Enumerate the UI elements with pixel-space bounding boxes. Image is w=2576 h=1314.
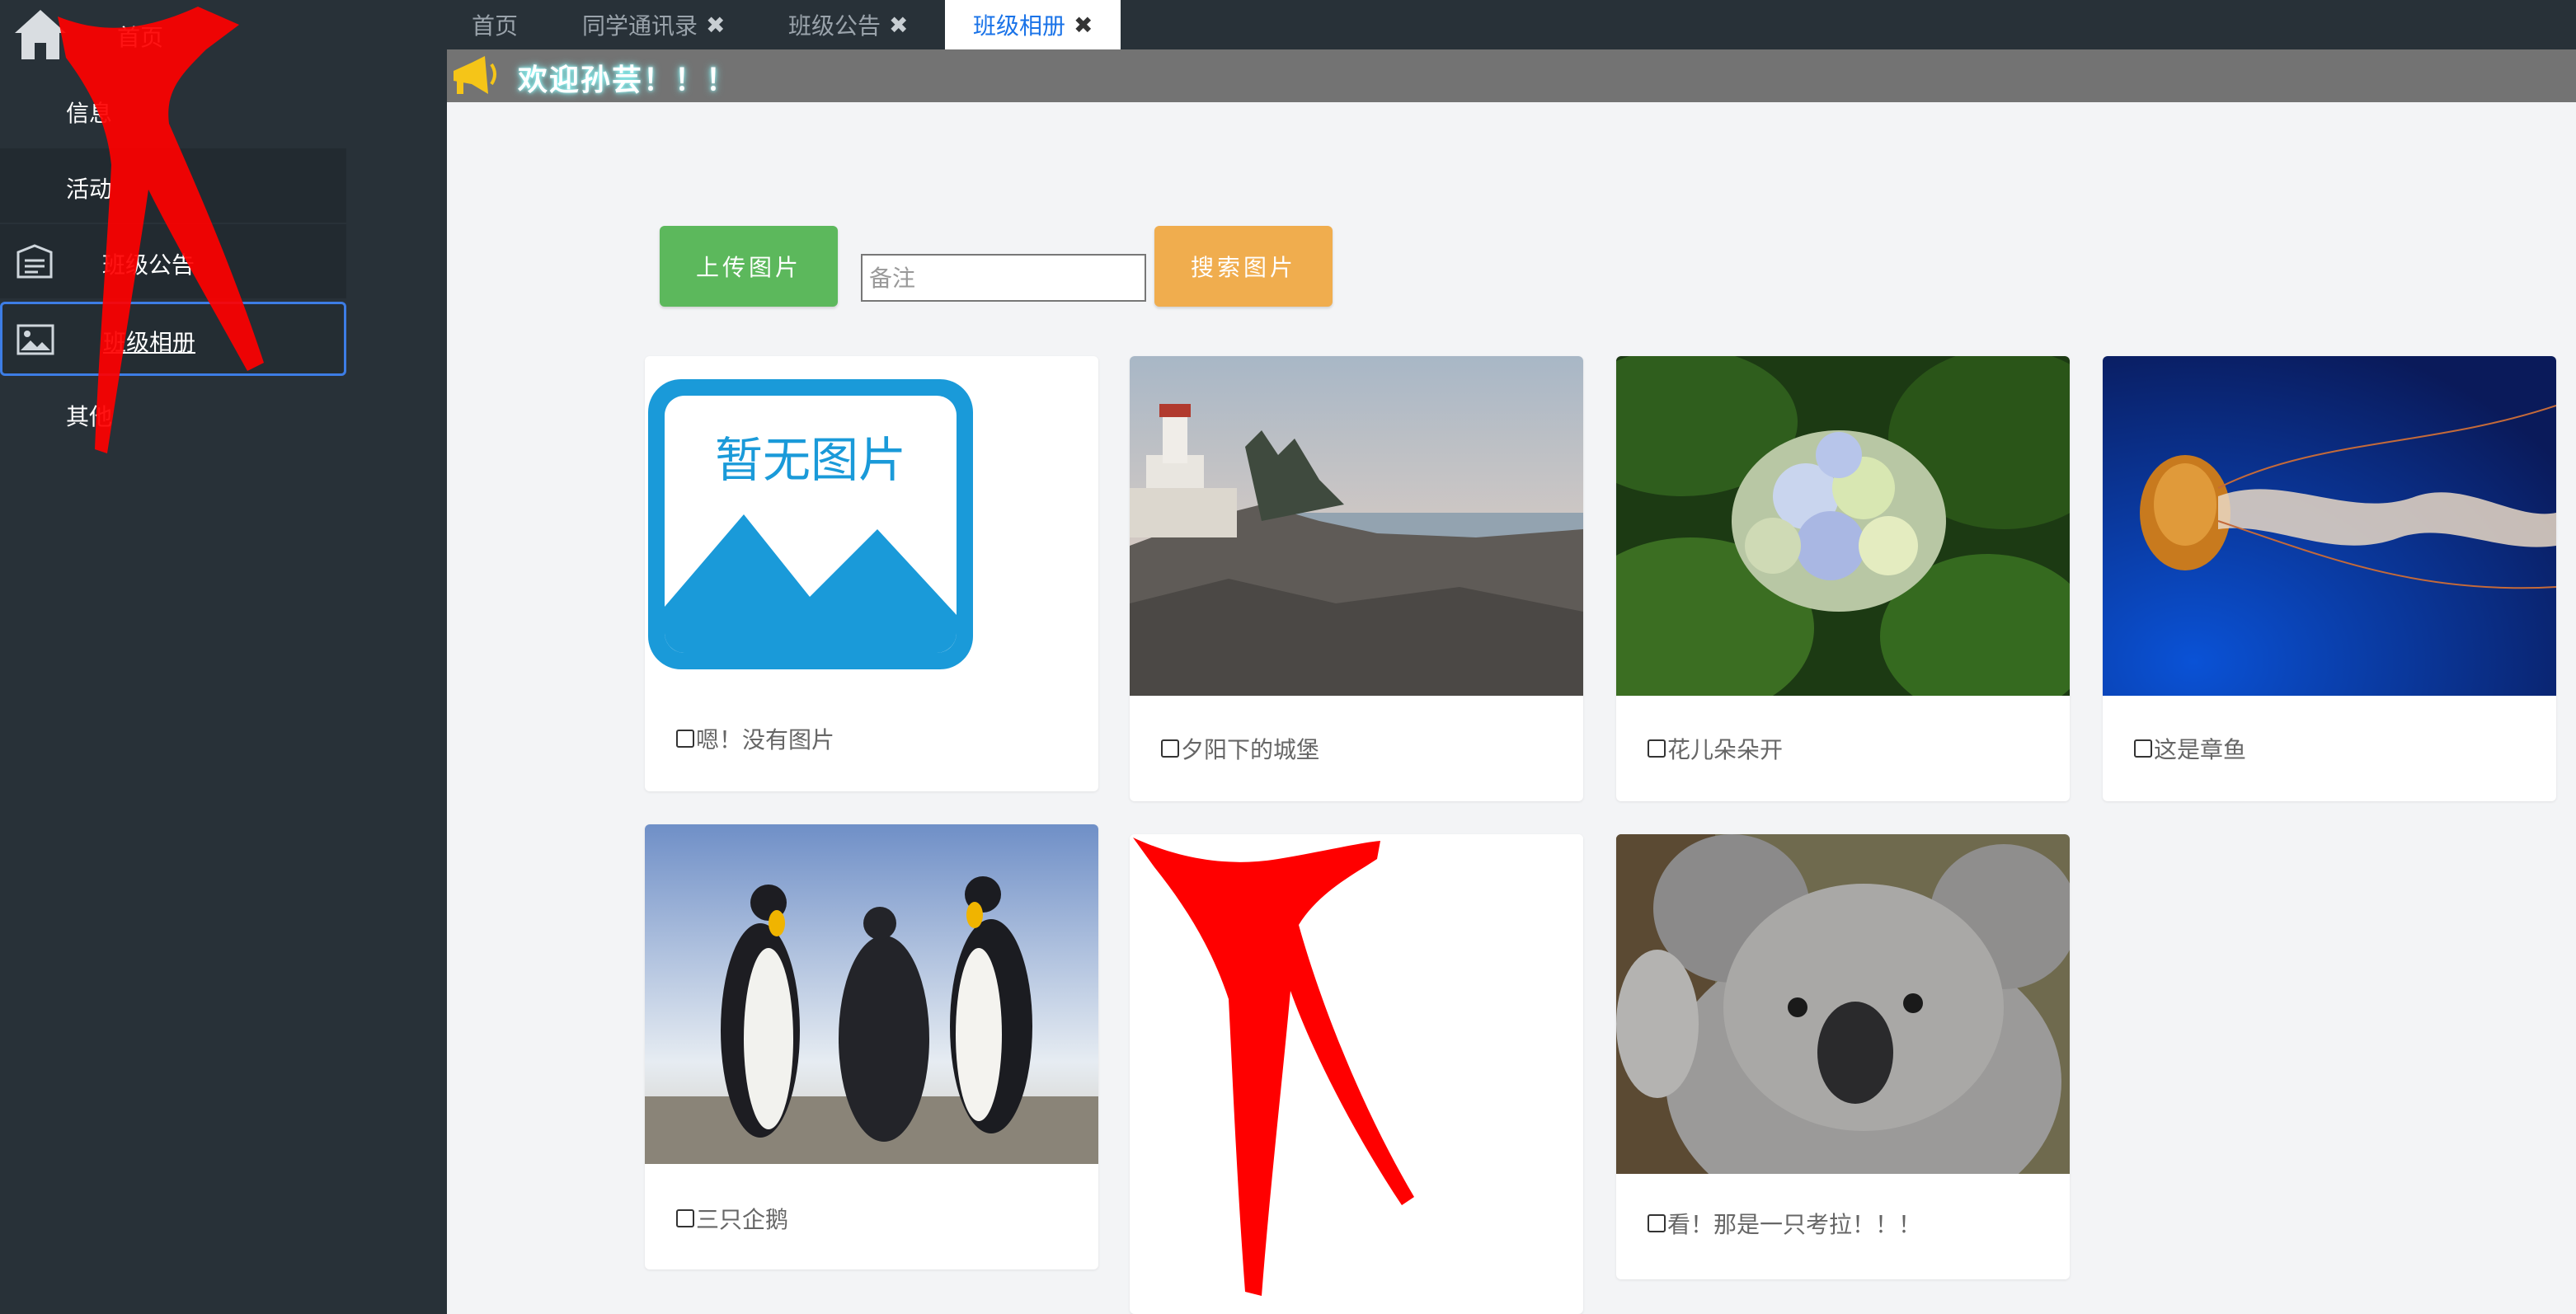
close-icon[interactable]: ✖ — [889, 12, 908, 39]
tab-announcements[interactable]: 班级公告 ✖ — [788, 0, 908, 49]
caption-text: 花儿朵朵开 — [1667, 736, 1784, 763]
tab-label: 首页 — [472, 12, 519, 40]
sidebar-item-label: 活动 — [66, 176, 113, 203]
photo-card[interactable]: 看！那是一只考拉！！！ — [1616, 834, 2070, 1279]
megaphone-icon — [454, 56, 496, 94]
photo-checkbox[interactable] — [2134, 739, 2152, 758]
sidebar-item-label: 班级相册 — [103, 329, 196, 356]
photo-caption: 看！那是一只考拉！！！ — [1648, 1207, 1921, 1240]
sidebar: 首页 信息 活动 班级公告 班级相册 其他 — [0, 0, 447, 1314]
lighthouse-photo — [1130, 356, 1583, 696]
caption-text: 三只企鹅 — [696, 1206, 789, 1233]
penguins-photo — [645, 824, 1098, 1164]
photo-checkbox[interactable] — [1648, 1214, 1666, 1232]
tab-home[interactable]: 首页 — [472, 0, 518, 49]
sidebar-item-label: 班级公告 — [102, 251, 195, 279]
sidebar-item-album[interactable]: 班级相册 — [0, 302, 346, 376]
photo-checkbox[interactable] — [1161, 739, 1179, 758]
jellyfish-photo — [2103, 356, 2556, 696]
red-scarf-photo — [1130, 834, 1583, 1304]
photo-card[interactable]: 花儿朵朵开 — [1616, 356, 2070, 801]
image-icon — [16, 324, 54, 355]
photo-checkbox[interactable] — [676, 730, 694, 748]
tab-contacts[interactable]: 同学通讯录 ✖ — [582, 0, 725, 49]
photo-checkbox[interactable] — [1648, 739, 1666, 758]
tab-label: 班级公告 — [788, 12, 881, 40]
no-image-text: 暂无图片 — [715, 432, 906, 488]
photo-caption: 嗯！没有图片 — [676, 722, 834, 755]
close-icon[interactable]: ✖ — [706, 12, 725, 39]
sidebar-item-other[interactable]: 其他 — [0, 376, 346, 450]
photo-caption: 这是章鱼 — [2134, 732, 2246, 765]
sidebar-item-info[interactable]: 信息 — [0, 73, 346, 147]
photo-card[interactable]: 夕阳下的城堡 — [1130, 356, 1583, 801]
sidebar-item-label: 其他 — [66, 403, 113, 430]
photo-card[interactable]: 三只企鹅 — [645, 824, 1098, 1269]
photo-card[interactable] — [1130, 834, 1583, 1314]
search-image-button[interactable]: 搜索图片 — [1154, 226, 1333, 307]
photo-caption: 三只企鹅 — [676, 1202, 788, 1235]
caption-text: 夕阳下的城堡 — [1181, 736, 1320, 763]
sidebar-item-announcements[interactable]: 班级公告 — [0, 224, 346, 298]
sidebar-item-label: 信息 — [66, 100, 113, 127]
sidebar-item-label: 首页 — [117, 24, 164, 51]
note-input[interactable] — [861, 254, 1146, 302]
photo-card[interactable]: 暂无图片 嗯！没有图片 — [645, 356, 1098, 791]
caption-text: 看！那是一只考拉！！！ — [1667, 1211, 1922, 1238]
photo-caption: 花儿朵朵开 — [1648, 732, 1783, 765]
tab-label: 同学通讯录 — [582, 12, 698, 40]
welcome-text: 欢迎孙芸！！！ — [518, 63, 738, 97]
home-icon[interactable] — [12, 5, 69, 63]
tab-label: 班级相册 — [973, 12, 1066, 40]
announcement-bar: 欢迎孙芸！！！ — [447, 49, 2576, 102]
koala-photo — [1616, 834, 2070, 1174]
no-image-icon: 暂无图片 — [648, 379, 973, 669]
sidebar-item-activity[interactable]: 活动 — [0, 148, 346, 223]
tab-album[interactable]: 班级相册 ✖ — [945, 0, 1121, 49]
tab-bar: 首页 同学通讯录 ✖ 班级公告 ✖ 班级相册 ✖ — [447, 0, 2576, 49]
upload-image-button[interactable]: 上传图片 — [660, 226, 838, 307]
notice-board-icon — [16, 244, 53, 279]
photo-caption: 夕阳下的城堡 — [1161, 732, 1319, 765]
hydrangea-photo — [1616, 356, 2070, 696]
caption-text: 这是章鱼 — [2154, 736, 2247, 763]
photo-checkbox[interactable] — [676, 1209, 694, 1227]
close-icon[interactable]: ✖ — [1074, 12, 1093, 39]
photo-card[interactable]: 这是章鱼 — [2103, 356, 2556, 801]
caption-text: 嗯！没有图片 — [696, 726, 835, 753]
